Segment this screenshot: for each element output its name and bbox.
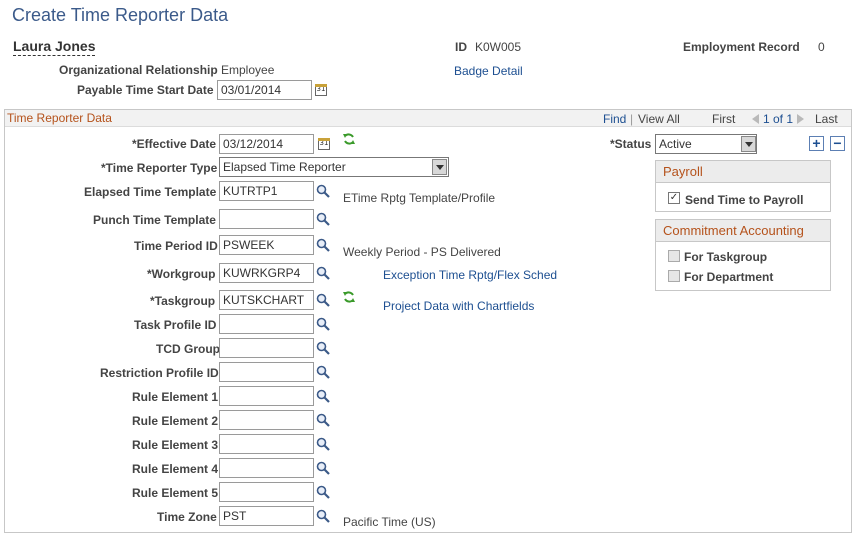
magnifier-icon[interactable] xyxy=(316,485,330,499)
rule-element-1-input[interactable] xyxy=(219,386,314,406)
tcd-group-input[interactable] xyxy=(219,338,314,358)
rule-element-2-input[interactable] xyxy=(219,410,314,430)
elapsed-template-label: Elapsed Time Template xyxy=(84,185,217,199)
badge-detail-link[interactable]: Badge Detail xyxy=(454,64,523,78)
workgroup-desc-link[interactable]: Exception Time Rptg/Flex Sched xyxy=(383,268,557,282)
refresh-icon[interactable] xyxy=(342,132,356,146)
time-zone-input[interactable]: PST xyxy=(219,506,314,526)
time-zone-label: Time Zone xyxy=(157,510,217,524)
rule-element-3-input[interactable] xyxy=(219,434,314,454)
group-title: Time Reporter Data xyxy=(7,111,112,125)
first-link[interactable]: First xyxy=(712,112,735,126)
workgroup-label: *Workgroup xyxy=(147,267,216,281)
previous-arrow-icon[interactable] xyxy=(752,114,759,124)
reporter-type-select[interactable]: Elapsed Time Reporter xyxy=(219,157,449,177)
workgroup-input[interactable]: KUWRKGRP4 xyxy=(219,263,314,283)
view-all-link[interactable]: View All xyxy=(638,112,680,126)
calendar-icon[interactable]: 31 xyxy=(318,138,330,150)
send-time-to-payroll-checkbox[interactable]: ✓ xyxy=(668,192,680,204)
row-count: 1 of 1 xyxy=(763,112,794,126)
payroll-title: Payroll xyxy=(656,161,830,183)
magnifier-icon[interactable] xyxy=(316,509,330,523)
time-period-input[interactable]: PSWEEK xyxy=(219,235,314,255)
page-title: Create Time Reporter Data xyxy=(12,5,229,25)
magnifier-icon[interactable] xyxy=(316,184,330,198)
rule-element-2-label: Rule Element 2 xyxy=(132,414,219,428)
rule-element-4-input[interactable] xyxy=(219,458,314,478)
elapsed-template-input[interactable]: KUTRTP1 xyxy=(219,181,314,201)
magnifier-icon[interactable] xyxy=(316,238,330,252)
taskgroup-desc-link[interactable]: Project Data with Chartfields xyxy=(383,299,534,313)
magnifier-icon[interactable] xyxy=(316,437,330,451)
for-taskgroup-label: For Taskgroup xyxy=(684,250,768,264)
magnifier-icon[interactable] xyxy=(316,317,330,331)
chevron-down-icon[interactable] xyxy=(741,136,756,152)
time-zone-desc: Pacific Time (US) xyxy=(343,515,436,529)
magnifier-icon[interactable] xyxy=(316,341,330,355)
delete-row-button[interactable]: − xyxy=(830,136,845,151)
find-link[interactable]: Find xyxy=(603,112,626,126)
task-profile-input[interactable] xyxy=(219,314,314,334)
punch-template-label: Punch Time Template xyxy=(93,213,216,227)
employment-record-value: 0 xyxy=(818,40,825,54)
elapsed-template-desc: ETime Rptg Template/Profile xyxy=(343,191,496,205)
rule-element-5-input[interactable] xyxy=(219,482,314,502)
employee-name: Laura Jones xyxy=(13,38,96,56)
magnifier-icon[interactable] xyxy=(316,266,330,280)
id-value: K0W005 xyxy=(475,40,522,54)
effective-date-label: *Effective Date xyxy=(132,137,217,151)
for-department-label: For Department xyxy=(684,270,774,284)
rule-element-1-label: Rule Element 1 xyxy=(132,390,219,404)
for-department-checkbox[interactable] xyxy=(668,270,680,282)
payable-start-date-input[interactable]: 03/01/2014 xyxy=(217,80,312,100)
commitment-accounting-title: Commitment Accounting xyxy=(656,220,830,242)
taskgroup-input[interactable]: KUTSKCHART xyxy=(219,290,314,310)
send-time-to-payroll-label: Send Time to Payroll xyxy=(685,193,804,207)
org-relationship-label: Organizational Relationship xyxy=(59,63,218,77)
payable-start-label: Payable Time Start Date xyxy=(77,83,214,97)
restriction-profile-input[interactable] xyxy=(219,362,314,382)
reporter-type-label: *Time Reporter Type xyxy=(101,161,218,175)
org-relationship-value: Employee xyxy=(221,63,275,77)
magnifier-icon[interactable] xyxy=(316,413,330,427)
chevron-down-icon[interactable] xyxy=(432,159,447,175)
status-label: *Status xyxy=(610,137,652,151)
taskgroup-label: *Taskgroup xyxy=(150,294,216,308)
rule-element-3-label: Rule Element 3 xyxy=(132,438,219,452)
effective-date-input[interactable]: 03/12/2014 xyxy=(219,134,314,154)
time-period-label: Time Period ID xyxy=(134,239,218,253)
tcd-group-label: TCD Group xyxy=(156,342,220,356)
magnifier-icon[interactable] xyxy=(316,389,330,403)
nav-separator: | xyxy=(630,112,634,126)
magnifier-icon[interactable] xyxy=(316,461,330,475)
id-label: ID xyxy=(455,40,467,54)
for-taskgroup-checkbox[interactable] xyxy=(668,250,680,262)
rule-element-4-label: Rule Element 4 xyxy=(132,462,219,476)
task-profile-label: Task Profile ID xyxy=(134,318,217,332)
restriction-profile-label: Restriction Profile ID xyxy=(100,366,219,380)
magnifier-icon[interactable] xyxy=(316,365,330,379)
last-link[interactable]: Last xyxy=(815,112,838,126)
next-arrow-icon[interactable] xyxy=(797,114,804,124)
time-period-desc: Weekly Period - PS Delivered xyxy=(343,245,501,259)
employment-record-label: Employment Record xyxy=(683,40,800,54)
refresh-icon[interactable] xyxy=(342,290,356,304)
magnifier-icon[interactable] xyxy=(316,293,330,307)
punch-template-input[interactable] xyxy=(219,209,314,229)
magnifier-icon[interactable] xyxy=(316,212,330,226)
rule-element-5-label: Rule Element 5 xyxy=(132,486,219,500)
add-row-button[interactable]: + xyxy=(809,136,824,151)
calendar-icon[interactable]: 31 xyxy=(315,84,327,96)
